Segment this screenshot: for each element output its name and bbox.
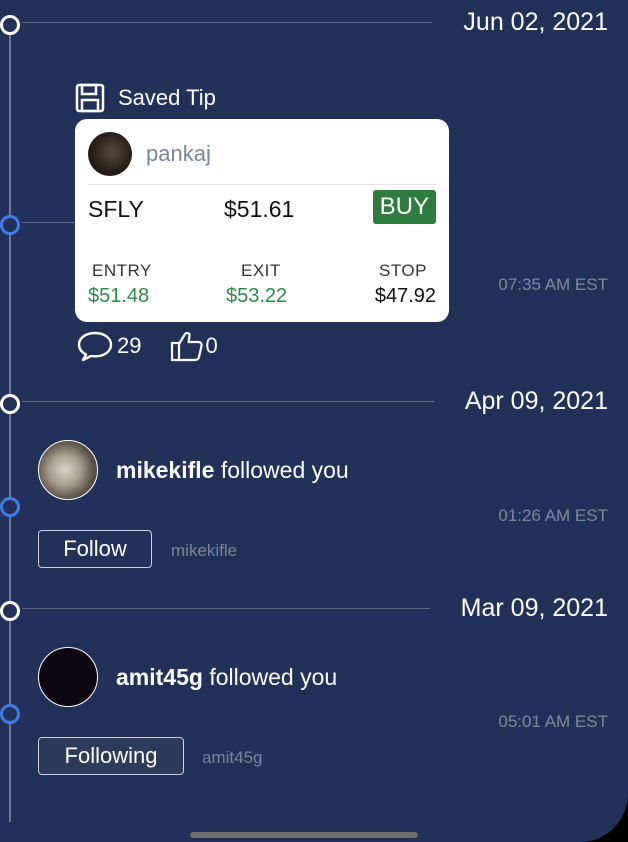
timeline-item-marker	[0, 497, 20, 517]
trade-tip-card[interactable]: pankaj SFLY $51.61 BUY ENTRY $51.48 EXIT…	[75, 119, 449, 322]
notification-text: amit45g followed you	[116, 664, 337, 691]
like-button[interactable]: 0	[170, 330, 218, 362]
exit-label: EXIT	[241, 261, 281, 280]
date-divider	[22, 401, 434, 402]
like-count: 0	[205, 333, 218, 358]
entry-value: $51.48	[88, 285, 150, 307]
comment-button[interactable]: 29	[76, 330, 141, 362]
timestamp: 07:35 AM EST	[498, 275, 608, 294]
avatar[interactable]	[88, 132, 132, 176]
timeline-date-marker	[0, 394, 20, 414]
avatar[interactable]	[38, 440, 98, 500]
date-divider	[22, 22, 432, 23]
stop-label: STOP	[379, 261, 427, 280]
item-connector	[22, 222, 76, 223]
comment-count: 29	[117, 333, 142, 358]
saved-tip-label: Saved Tip	[118, 85, 216, 110]
timeline-line	[9, 22, 11, 822]
follow-button[interactable]: Follow	[38, 530, 152, 568]
card-divider	[88, 184, 436, 185]
following-button[interactable]: Following	[38, 737, 184, 775]
home-indicator[interactable]	[190, 832, 418, 838]
timeline-item-marker	[0, 704, 20, 724]
saved-tip-header: Saved Tip	[74, 80, 216, 116]
date-label: Jun 02, 2021	[463, 8, 608, 36]
entry-label: ENTRY	[92, 261, 152, 280]
notification-message: followed you	[202, 664, 338, 690]
user-handle: amit45g	[202, 748, 263, 767]
tip-author[interactable]: pankaj	[146, 141, 211, 167]
timestamp: 05:01 AM EST	[498, 712, 608, 731]
tip-stats: 29 0	[76, 330, 218, 362]
user-handle: mikekifle	[171, 541, 238, 560]
thumbs-up-icon	[171, 331, 204, 362]
save-icon	[75, 83, 105, 113]
notification-username[interactable]: mikekifle	[116, 457, 214, 483]
date-label: Mar 09, 2021	[460, 594, 608, 622]
notification-username[interactable]: amit45g	[116, 664, 203, 690]
stop-value: $47.92	[374, 285, 436, 307]
notification-text: mikekifle followed you	[116, 457, 349, 484]
timeline-date-marker	[0, 15, 20, 35]
avatar[interactable]	[38, 647, 98, 707]
action-badge: BUY	[372, 190, 436, 224]
date-label: Apr 09, 2021	[464, 387, 608, 415]
timestamp: 01:26 AM EST	[498, 506, 608, 525]
date-divider	[22, 608, 430, 609]
current-price: $51.61	[224, 196, 295, 222]
notification-message: followed you	[214, 457, 349, 483]
timeline-item-marker	[0, 215, 20, 235]
comment-icon	[77, 331, 113, 362]
exit-value: $53.22	[226, 285, 288, 307]
notifications-screen: Jun 02, 2021 Saved Tip pankaj SFLY $51.6…	[0, 0, 628, 842]
timeline-date-marker	[0, 601, 20, 621]
ticker-symbol: SFLY	[88, 196, 144, 222]
